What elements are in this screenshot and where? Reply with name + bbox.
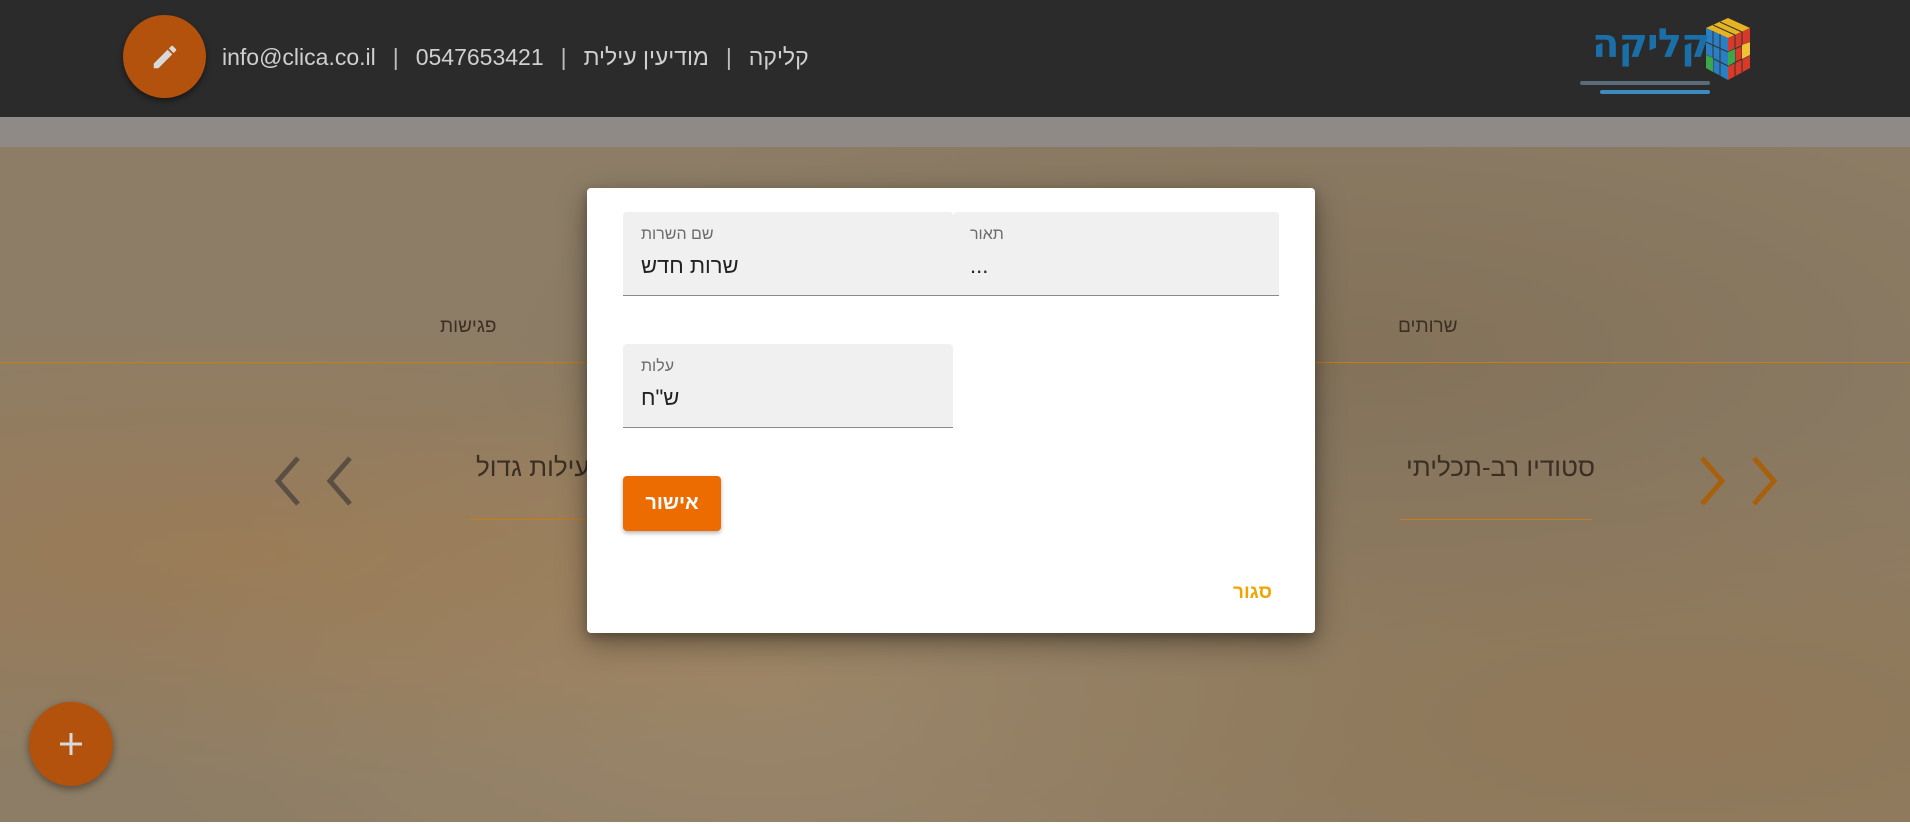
logo[interactable]: קליקה [1570,14,1766,102]
cost-field[interactable]: עלות ש"ח [623,344,953,428]
contact-city: מודיעין עילית [583,43,709,70]
description-field[interactable]: תאור ... [953,212,1279,296]
edit-button[interactable] [123,15,206,98]
contact-phone[interactable]: 0547653421 [416,44,544,71]
cost-input[interactable]: ש"ח [641,385,679,411]
card-underline [1400,519,1592,520]
plus-icon [60,733,82,755]
subheader-strip [0,117,1910,147]
chevron-left-icon[interactable] [322,454,358,508]
logo-text: קליקה [1592,21,1710,67]
chevron-right-icon[interactable] [1746,454,1782,508]
card-underline [470,519,588,520]
description-input[interactable]: ... [970,253,988,279]
service-name-field[interactable]: שם השרות שרות חדש [623,212,953,296]
contact-email[interactable]: info@clica.co.il [222,44,376,71]
card-title: סטודיו רב-תכליתי [1406,452,1596,482]
add-service-dialog: שם השרות שרות חדש תאור ... עלות ש"ח אישו… [587,188,1315,633]
add-button[interactable] [29,702,113,786]
description-label: תאור [970,226,1004,243]
tab-services[interactable]: שרותים [1398,316,1458,338]
separator: | [392,43,399,70]
service-name-label: שם השרות [641,226,714,243]
card-title: פעילות גדול [476,452,606,482]
tab-meetings[interactable]: פגישות [440,316,497,338]
logo-tagline [1600,90,1710,94]
separator: | [725,43,732,70]
logo-tagline [1580,81,1710,85]
chevron-left-icon[interactable] [270,454,306,508]
contact-brand: קליקה [748,43,809,70]
separator: | [560,43,567,70]
top-header: info@clica.co.il | 0547653421 | מודיעין … [0,0,1910,117]
close-button[interactable]: סגור [1233,582,1272,604]
confirm-button[interactable]: אישור [623,476,721,531]
chevron-right-icon[interactable] [1694,454,1730,508]
service-name-input[interactable]: שרות חדש [641,253,739,279]
pencil-icon [153,45,176,68]
cost-label: עלות [641,358,674,375]
contact-info: info@clica.co.il | 0547653421 | מודיעין … [222,41,809,73]
